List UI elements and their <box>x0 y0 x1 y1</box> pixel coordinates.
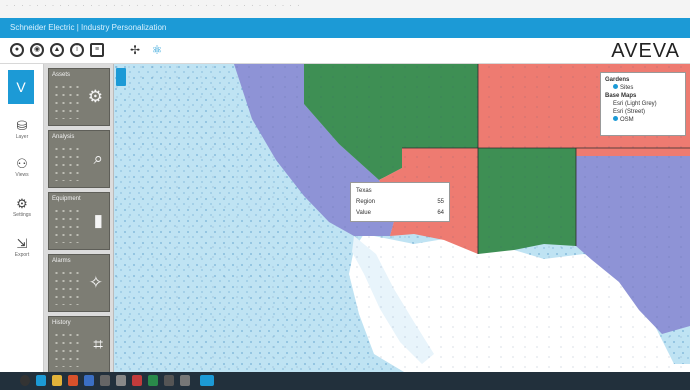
legend-subtitle: Base Maps <box>605 93 637 99</box>
legend-item-label: Sites <box>620 85 634 91</box>
info-icon[interactable]: i <box>70 43 84 57</box>
nav-item-layer[interactable]: ⛁ Layer <box>4 118 40 140</box>
map-legend[interactable]: Gardens Sites Base Maps Esri (Light Grey… <box>600 72 686 136</box>
app-icon[interactable] <box>180 375 190 386</box>
map-info-popup: Texas Region 55 Value 64 <box>350 182 450 222</box>
nav-home-button[interactable]: V <box>8 70 34 104</box>
tile-pattern <box>53 83 83 119</box>
popup-value: 55 <box>437 199 444 205</box>
settings-icon: ⚙ <box>16 196 28 211</box>
window-title: Schneider Electric | Industry Personaliz… <box>10 23 167 32</box>
app-icon[interactable] <box>164 375 174 386</box>
history-icon: ⌗ <box>93 335 103 354</box>
tile-pattern <box>53 207 83 243</box>
layer-icon: ⛁ <box>16 118 28 133</box>
alarm-icon: ✧ <box>88 273 103 292</box>
tile-panel: Assets ⚙ Analysis ⌕ Equipment ▮ Alarms ✧… <box>44 64 114 372</box>
gear-icon: ⚙ <box>87 87 103 106</box>
tile-title: Analysis <box>52 134 75 140</box>
legend-item[interactable]: Sites <box>605 84 681 92</box>
popup-label: Region <box>356 199 376 205</box>
aveva-logo: AVEVA <box>611 40 680 62</box>
document-icon[interactable]: ≡ <box>90 43 104 57</box>
legend-item[interactable]: OSM <box>605 116 681 124</box>
tile-equipment[interactable]: Equipment ▮ <box>48 192 110 250</box>
tile-analysis[interactable]: Analysis ⌕ <box>48 130 110 188</box>
tile-pattern <box>53 145 83 181</box>
popup-row: Value 64 <box>356 208 444 219</box>
tile-title: History <box>52 320 71 326</box>
device-icon: ▮ <box>93 211 103 230</box>
app-window: · · · · · · · · · · · · · · · · · · · · … <box>0 0 690 390</box>
export-icon: ⇲ <box>16 236 28 251</box>
user-icon[interactable]: ● <box>10 43 24 57</box>
map-view[interactable]: Gardens Sites Base Maps Esri (Light Grey… <box>114 64 690 372</box>
app-icon[interactable] <box>132 375 142 386</box>
browser-chrome-strip: · · · · · · · · · · · · · · · · · · · · … <box>0 0 690 18</box>
tile-title: Assets <box>52 72 71 78</box>
user-settings-icon[interactable]: ◉ <box>30 43 44 57</box>
start-icon[interactable] <box>20 375 30 386</box>
tile-assets[interactable]: Assets ⚙ <box>48 68 110 126</box>
left-nav: V ⛁ Layer ⚇ Views ⚙ Settings ⇲ Export <box>0 64 44 372</box>
app-icon[interactable] <box>116 375 126 386</box>
nav-item-settings[interactable]: ⚙ Settings <box>4 196 40 218</box>
popup-label: Value <box>356 210 371 216</box>
tile-history[interactable]: History ⌗ <box>48 316 110 372</box>
nav-item-label: Settings <box>12 212 32 218</box>
app-icon[interactable] <box>100 375 110 386</box>
app-icon[interactable] <box>84 375 94 386</box>
legend-item-label[interactable]: Esri (Street) <box>605 108 681 116</box>
app-icon[interactable] <box>148 375 158 386</box>
app-icon[interactable] <box>68 375 78 386</box>
tile-alarms[interactable]: Alarms ✧ <box>48 254 110 312</box>
lock-icon[interactable]: ▲ <box>50 43 64 57</box>
legend-title: Gardens <box>605 77 630 83</box>
active-app-icon[interactable] <box>200 375 214 386</box>
tile-pattern <box>53 269 83 305</box>
search-icon: ⌕ <box>93 149 103 168</box>
toolbar: ● ◉ ▲ i ≡ ✢ ⚛ AVEVA <box>0 38 690 64</box>
popup-title: Texas <box>356 188 372 194</box>
layer-dot-icon <box>613 84 618 89</box>
nav-item-export[interactable]: ⇲ Export <box>4 236 40 258</box>
os-taskbar <box>0 372 690 390</box>
map-zoom-control[interactable] <box>116 68 126 86</box>
nav-item-label: Export <box>14 252 30 258</box>
legend-item-label: OSM <box>620 117 634 123</box>
legend-item-label[interactable]: Esri (Light Grey) <box>605 100 681 108</box>
translate-icon[interactable]: ⚛ <box>150 43 164 57</box>
tile-pattern <box>53 331 83 367</box>
layer-dot-icon <box>613 116 618 121</box>
nav-item-views[interactable]: ⚇ Views <box>4 156 40 178</box>
popup-row: Region 55 <box>356 197 444 208</box>
share-icon[interactable]: ✢ <box>128 43 142 57</box>
folder-icon[interactable] <box>52 375 62 386</box>
popup-value: 64 <box>437 210 444 216</box>
browser-icon[interactable] <box>36 375 46 386</box>
tile-title: Equipment <box>52 196 81 202</box>
nav-item-label: Layer <box>15 134 29 140</box>
nav-item-label: Views <box>15 172 29 178</box>
tile-title: Alarms <box>52 258 71 264</box>
views-icon: ⚇ <box>16 156 28 171</box>
window-title-bar: Schneider Electric | Industry Personaliz… <box>0 18 690 38</box>
